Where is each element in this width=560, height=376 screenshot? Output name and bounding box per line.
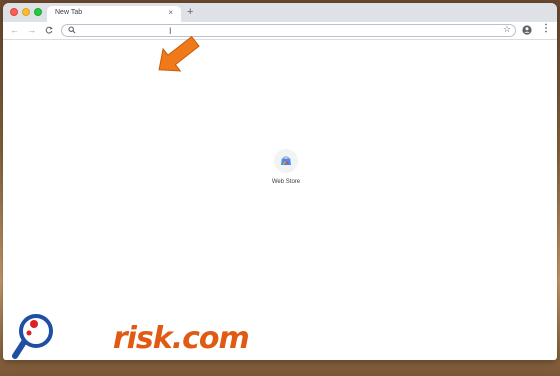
address-bar[interactable]: I ☆ <box>61 24 516 37</box>
watermark-risk: risk.com <box>112 321 250 356</box>
magnifier-logo-icon <box>12 314 53 359</box>
pointer-arrow-icon <box>158 36 200 72</box>
toolbar: ← → I ☆ ⋮ <box>3 22 557 40</box>
watermark-pc: PC <box>61 315 114 358</box>
title-bar: New Tab × + <box>3 3 557 22</box>
profile-avatar-icon[interactable] <box>522 25 532 35</box>
shortcut-web-store[interactable]: Web Store <box>258 149 314 185</box>
reload-icon <box>45 26 53 34</box>
back-button[interactable]: ← <box>10 24 19 36</box>
browser-window: New Tab × + ← → I ☆ ⋮ Web Store <box>3 3 557 360</box>
shortcut-label: Web Store <box>271 179 301 185</box>
new-tab-button[interactable]: + <box>187 6 193 18</box>
pcrisk-watermark: PCrisk.com <box>12 312 332 364</box>
web-store-icon <box>274 149 298 173</box>
tab-new-tab[interactable]: New Tab × <box>47 6 181 22</box>
menu-button[interactable]: ⋮ <box>541 23 551 35</box>
reload-button[interactable] <box>45 24 53 37</box>
bookmark-star-icon[interactable]: ☆ <box>503 24 511 35</box>
search-icon <box>68 26 76 34</box>
window-minimize-button[interactable] <box>22 8 30 16</box>
tab-title: New Tab <box>55 9 83 16</box>
forward-button[interactable]: → <box>27 24 36 36</box>
tab-close-icon[interactable]: × <box>168 8 173 18</box>
window-close-button[interactable] <box>10 8 18 16</box>
watermark-text: PCrisk.com <box>61 314 250 362</box>
window-maximize-button[interactable] <box>34 8 42 16</box>
